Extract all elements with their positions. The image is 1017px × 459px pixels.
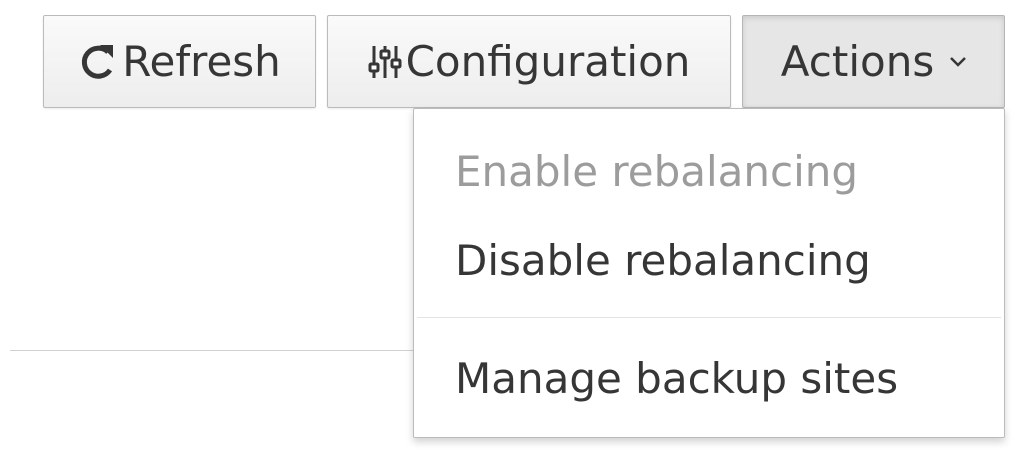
refresh-label: Refresh bbox=[122, 37, 281, 86]
actions-dropdown-button[interactable]: Actions bbox=[742, 15, 1005, 108]
menu-divider bbox=[417, 317, 1001, 318]
menu-item-disable-rebalancing[interactable]: Disable rebalancing bbox=[414, 231, 1004, 291]
content-divider bbox=[10, 350, 414, 351]
configuration-button[interactable]: Configuration bbox=[327, 15, 731, 108]
chevron-down-icon bbox=[950, 56, 967, 67]
actions-label: Actions bbox=[780, 37, 935, 86]
configuration-label: Configuration bbox=[405, 37, 691, 86]
sliders-icon bbox=[368, 44, 402, 80]
refresh-icon bbox=[78, 42, 116, 82]
actions-menu: Enable rebalancing Disable rebalancing M… bbox=[413, 108, 1005, 438]
menu-item-manage-backup-sites[interactable]: Manage backup sites bbox=[414, 349, 1004, 409]
refresh-button[interactable]: Refresh bbox=[43, 15, 316, 108]
menu-item-enable-rebalancing: Enable rebalancing bbox=[455, 147, 859, 196]
